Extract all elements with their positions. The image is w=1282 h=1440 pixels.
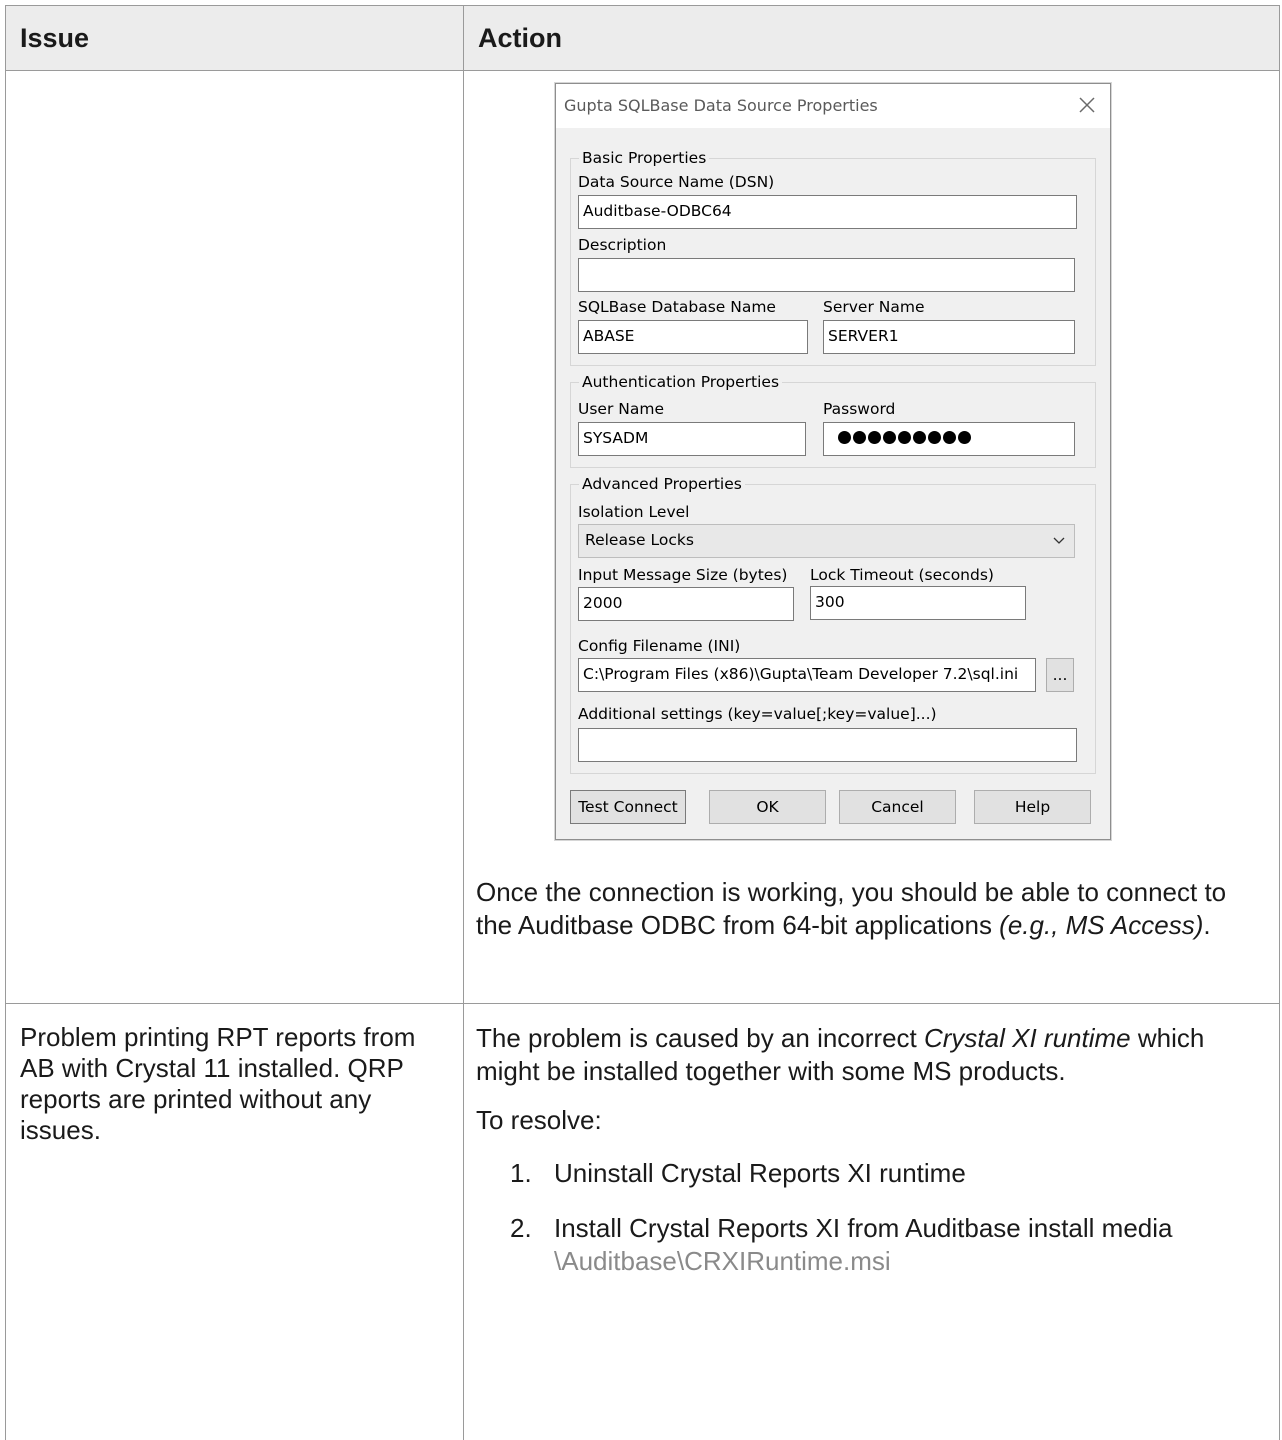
table-row: Problem printing RPT reports from AB wit… [6,1004,1280,1440]
password-mask-dot [898,431,911,444]
resolution-steps: 1. Uninstall Crystal Reports XI runtime 2.… [476,1157,1267,1278]
dsn-label: Data Source Name (DSN) [578,173,774,191]
password-field[interactable] [823,422,1075,456]
basic-properties-label: Basic Properties [579,149,709,167]
isolation-label: Isolation Level [578,503,689,521]
list-item: 1. Uninstall Crystal Reports XI runtime [510,1157,1267,1190]
cancel-button[interactable]: Cancel [839,790,956,824]
cause-emphasis: Crystal XI runtime [924,1023,1131,1053]
msg-size-label: Input Message Size (bytes) [578,566,787,584]
ok-button[interactable]: OK [709,790,826,824]
dsn-field[interactable]: Auditbase-ODBC64 [578,195,1077,229]
msg-size-field[interactable]: 2000 [578,587,794,621]
password-mask-dot [883,431,896,444]
password-mask-dot [913,431,926,444]
password-mask-dot [928,431,941,444]
table-header-row: Issue Action [6,6,1280,71]
resolve-heading: To resolve: [476,1104,1267,1137]
cell-action: Gupta SQLBase Data Source Properties Bas… [464,71,1280,1004]
password-mask-dot [853,431,866,444]
test-connect-button[interactable]: Test Connect [570,790,686,824]
password-mask-dot [838,431,851,444]
lock-timeout-field[interactable]: 300 [810,586,1026,620]
server-name-label: Server Name [823,298,924,316]
password-label: Password [823,400,895,418]
password-mask-dot [958,431,971,444]
table-row: Gupta SQLBase Data Source Properties Bas… [6,71,1280,1004]
step-number: 2. [510,1212,532,1245]
step-text: Uninstall Crystal Reports XI runtime [554,1158,966,1188]
odbc-dialog: Gupta SQLBase Data Source Properties Bas… [555,83,1111,840]
dialog-titlebar: Gupta SQLBase Data Source Properties [556,84,1110,128]
isolation-value: Release Locks [585,531,694,549]
password-mask [838,431,971,444]
password-mask-dot [868,431,881,444]
advanced-label: Advanced Properties [579,475,745,493]
help-button[interactable]: Help [974,790,1091,824]
config-field[interactable]: C:\Program Files (x86)\Gupta\Team Develo… [578,658,1036,692]
header-issue: Issue [6,6,464,71]
db-name-label: SQLBase Database Name [578,298,776,316]
additional-label: Additional settings (key=value[;key=valu… [578,705,937,723]
cell-action-resolution: The problem is caused by an incorrect Cr… [464,1004,1280,1440]
step-text: Install Crystal Reports XI from Auditbas… [554,1213,1172,1243]
note-period: . [1203,910,1210,940]
authentication-label: Authentication Properties [579,373,782,391]
description-field[interactable] [578,258,1075,292]
cell-issue: Problem printing RPT reports from AB wit… [6,1004,464,1440]
step-number: 1. [510,1157,532,1190]
note-example: (e.g., MS Access) [999,910,1203,940]
cause-paragraph: The problem is caused by an incorrect Cr… [476,1022,1267,1088]
lock-timeout-label: Lock Timeout (seconds) [810,566,994,584]
issue-text: Problem printing RPT reports from AB wit… [20,1022,415,1145]
config-label: Config Filename (INI) [578,637,740,655]
additional-field[interactable] [578,728,1077,762]
server-name-field[interactable]: SERVER1 [823,320,1075,354]
header-action: Action [464,6,1280,71]
chevron-down-icon [1052,534,1066,552]
list-item: 2. Install Crystal Reports XI from Auditb… [510,1212,1267,1278]
issue-action-table: Issue Action Gupta SQLBase Data Source P… [5,5,1280,1440]
isolation-select[interactable]: Release Locks [578,524,1075,558]
description-label: Description [578,236,666,254]
install-path: \Auditbase\CRXIRuntime.msi [554,1246,891,1276]
user-name-label: User Name [578,400,664,418]
cause-text: The problem is caused by an incorrect [476,1023,924,1053]
password-mask-dot [943,431,956,444]
user-name-field[interactable]: SYSADM [578,422,806,456]
cell-issue-empty [6,71,464,1004]
db-name-field[interactable]: ABASE [578,320,808,354]
dialog-title: Gupta SQLBase Data Source Properties [564,96,878,115]
browse-button[interactable]: ... [1046,658,1074,692]
close-icon[interactable] [1074,92,1100,118]
connection-note: Once the connection is working, you shou… [476,876,1267,942]
